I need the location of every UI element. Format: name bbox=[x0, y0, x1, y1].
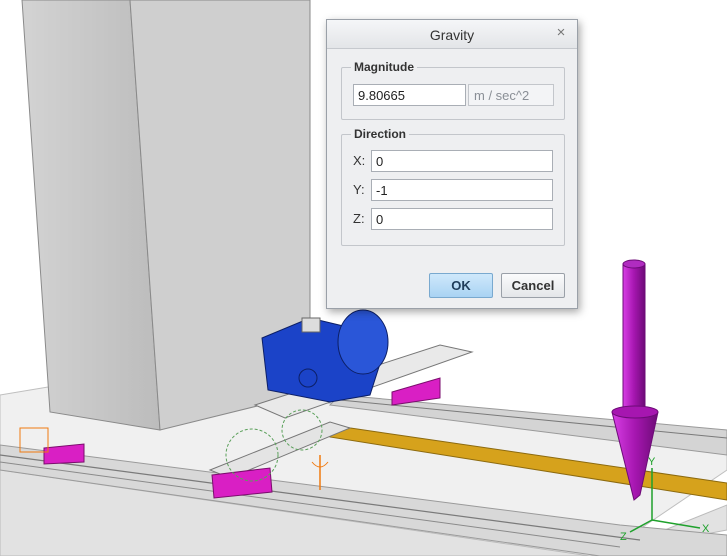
close-icon[interactable]: × bbox=[553, 25, 569, 41]
triad-x-label: X bbox=[702, 523, 710, 535]
direction-group: Direction X: Y: Z: bbox=[341, 127, 565, 246]
z-label: Z: bbox=[353, 211, 365, 226]
y-direction-input[interactable] bbox=[371, 179, 553, 201]
x-label: X: bbox=[353, 153, 366, 168]
magnitude-legend: Magnitude bbox=[351, 60, 417, 74]
triad-z-label: Z bbox=[620, 531, 627, 543]
gravity-dialog: Gravity × Magnitude m / sec^2 Direction … bbox=[326, 19, 578, 309]
x-direction-input[interactable] bbox=[371, 150, 553, 172]
magnitude-input[interactable] bbox=[353, 84, 466, 106]
bearing-block bbox=[43, 443, 85, 465]
ok-button[interactable]: OK bbox=[429, 273, 493, 298]
cancel-button[interactable]: Cancel bbox=[501, 273, 565, 298]
y-label: Y: bbox=[353, 182, 365, 197]
motor-flange bbox=[337, 309, 389, 375]
dialog-titlebar[interactable]: Gravity × bbox=[327, 20, 577, 49]
motor-shaft bbox=[301, 317, 321, 333]
magnitude-unit: m / sec^2 bbox=[468, 84, 554, 106]
triad-y-label: Y bbox=[648, 456, 656, 468]
magnitude-group: Magnitude m / sec^2 bbox=[341, 60, 565, 120]
z-direction-input[interactable] bbox=[371, 208, 553, 230]
bearing-block bbox=[391, 377, 441, 406]
dialog-title: Gravity bbox=[429, 27, 475, 43]
direction-legend: Direction bbox=[351, 127, 410, 141]
